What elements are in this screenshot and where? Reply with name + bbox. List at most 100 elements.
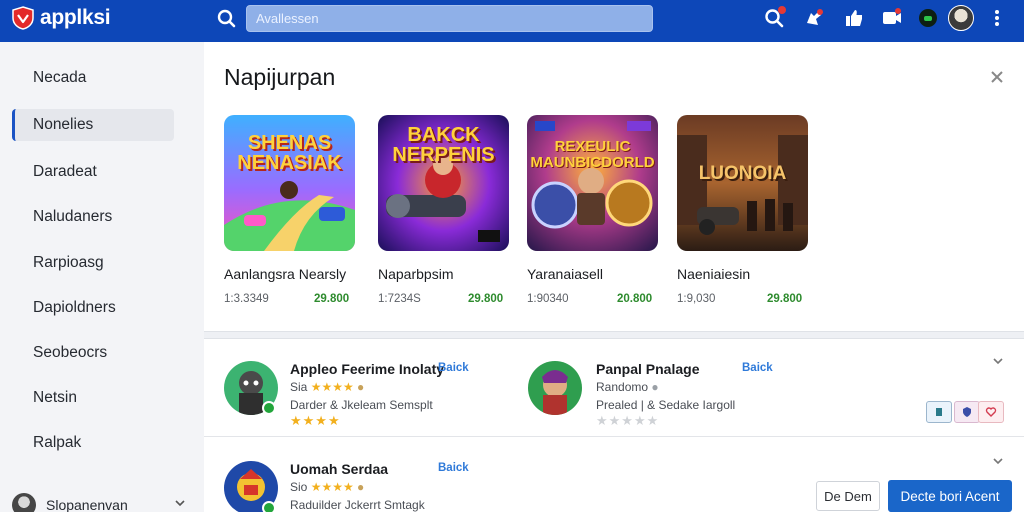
top-bar: applksi — [0, 0, 1024, 42]
thumbs-up-icon — [846, 10, 862, 26]
star-icon: ★★★★ — [310, 380, 354, 394]
divider — [204, 436, 1024, 437]
avatar — [12, 493, 36, 512]
sidebar-item-2[interactable]: Daradeat — [12, 156, 174, 188]
sidebar-account-label: Slopanenvan — [46, 497, 128, 512]
game-price: 29.800 — [314, 293, 350, 305]
sidebar: Necada Nonelies Daradeat Naludaners Rarp… — [0, 42, 204, 512]
chevron-down-icon[interactable] — [992, 455, 1004, 467]
game-name: Aanlangsra Nearsly — [224, 266, 347, 282]
game-art-title: SHENAS NENASIAK — [237, 132, 342, 174]
game-name: Yaranaiasell — [527, 266, 604, 282]
shield-icon — [963, 407, 971, 417]
app-subtitle-text: Randomo — [596, 380, 649, 394]
game-card[interactable]: LUONOIA Naeniaiesin 1:9,030 29.800 — [677, 115, 812, 305]
app-tag[interactable]: Baick — [438, 462, 469, 474]
game-art-title: LUONOIA — [698, 163, 787, 184]
game-downloads: 1:7234S — [378, 293, 421, 305]
game-price: 29.800 — [767, 293, 803, 305]
app-subtitle: Sia ★★★★ ● — [290, 380, 364, 394]
heart-icon — [985, 407, 997, 417]
game-card[interactable]: SHENAS NENASIAK Aanlangsra Nearsly 1:3.3… — [224, 115, 359, 305]
game-thumbnail[interactable]: REXEULIC MAUNBICDORLD — [527, 115, 658, 251]
notification-dot — [778, 6, 786, 14]
demo-button[interactable]: De Dem — [816, 481, 880, 511]
app-logo-text: applksi — [40, 6, 111, 29]
list-item[interactable]: Panpal Pnalage Baick Randomo ● Prealed |… — [528, 361, 788, 431]
game-thumbnail[interactable]: SHENAS NENASIAK — [224, 115, 355, 251]
game-controller-button[interactable] — [916, 6, 940, 30]
coin-icon: ● — [648, 380, 659, 394]
game-art-title: BAKCK NERPENIS — [392, 124, 495, 166]
app-list: Appleo Feerime Inolaty Baick Sia ★★★★ ● … — [204, 338, 1024, 512]
app-name: Appleo Feerime Inolaty — [290, 361, 445, 377]
search-box[interactable] — [246, 5, 653, 32]
app-description: Raduilder Jckerrt Smtagk — [290, 498, 425, 512]
thumbs-up-button[interactable] — [842, 6, 866, 30]
rating-stars: ★★★★★ — [596, 413, 660, 428]
game-art-title: REXEULIC MAUNBICDORLD — [530, 138, 655, 171]
sidebar-item-3[interactable]: Naludaners — [12, 201, 174, 233]
chevron-down-icon[interactable] — [992, 355, 1004, 367]
shield-button[interactable] — [954, 401, 980, 423]
close-icon[interactable] — [990, 70, 1004, 84]
app-icon — [528, 361, 582, 415]
verified-badge — [262, 501, 276, 512]
primary-action-button[interactable]: Decte bori Acent — [888, 480, 1012, 512]
star-icon: ★★★★ — [310, 480, 354, 494]
video-button[interactable] — [880, 6, 904, 30]
coin-icon: ● — [353, 380, 365, 394]
app-subtitle: Randomo ● — [596, 380, 659, 394]
game-downloads: 1:90340 — [527, 293, 569, 305]
game-name: Naparbpsim — [378, 266, 454, 282]
bookmark-button[interactable] — [926, 401, 952, 423]
camera-icon — [807, 9, 823, 25]
featured-panel: Napijurpan SHENAS NENASIAK Aanlangsra Ne… — [204, 42, 1024, 332]
list-item[interactable]: Uomah Serdaa Baick Sio ★★★★ ● Raduilder … — [224, 461, 484, 512]
game-price: 20.800 — [617, 293, 653, 305]
app-description: Prealed | & Sedake Iargoll — [596, 398, 736, 412]
app-tag[interactable]: Baick — [438, 362, 469, 374]
sidebar-account[interactable]: Slopanenvan — [12, 491, 192, 512]
game-thumbnail[interactable]: BAKCK NERPENIS — [378, 115, 509, 251]
app-subtitle-text: Sio — [290, 480, 308, 494]
page-title: Napijurpan — [224, 64, 336, 90]
app-tag[interactable]: Baick — [742, 362, 773, 374]
rating-stars: ★★★★ — [290, 413, 341, 428]
more-vert-icon — [995, 10, 999, 26]
chevron-down-icon — [175, 500, 185, 507]
heart-button[interactable] — [978, 401, 1004, 423]
search-icon[interactable] — [216, 8, 236, 28]
app-subtitle: Sio ★★★★ ● — [290, 480, 364, 494]
sidebar-item-0[interactable]: Necada — [12, 62, 174, 94]
coin-icon: ● — [353, 480, 365, 494]
game-downloads: 1:9,030 — [677, 293, 716, 305]
camera-button[interactable] — [802, 6, 826, 30]
search-input[interactable] — [247, 6, 652, 31]
game-controller-icon — [919, 9, 937, 27]
list-item[interactable]: Appleo Feerime Inolaty Baick Sia ★★★★ ● … — [224, 361, 484, 431]
avatar[interactable] — [948, 5, 974, 31]
verified-badge — [262, 401, 276, 415]
app-logo[interactable]: applksi — [12, 6, 111, 30]
sidebar-item-5[interactable]: Dapioldners — [12, 292, 174, 324]
sidebar-item-6[interactable]: Seobeocrs — [12, 337, 174, 369]
more-menu-button[interactable] — [985, 6, 1009, 30]
game-price: 29.800 — [468, 293, 504, 305]
shield-logo-icon — [12, 6, 34, 30]
sidebar-item-1[interactable]: Nonelies — [12, 109, 174, 141]
app-name: Panpal Pnalage — [596, 361, 700, 377]
sidebar-item-7[interactable]: Netsin — [12, 382, 174, 414]
app-description: Darder & Jkeleam Semsplt — [290, 398, 433, 412]
search-button[interactable] — [762, 6, 786, 30]
sidebar-item-8[interactable]: Ralpak — [12, 427, 174, 459]
game-downloads: 1:3.3349 — [224, 293, 269, 305]
bookmark-icon — [936, 408, 942, 416]
game-thumbnail[interactable]: LUONOIA — [677, 115, 808, 251]
sidebar-item-4[interactable]: Rarpioasg — [12, 247, 174, 279]
video-icon — [883, 8, 901, 24]
game-card[interactable]: REXEULIC MAUNBICDORLD Yaranaiasell 1:903… — [527, 115, 662, 305]
app-name: Uomah Serdaa — [290, 461, 389, 477]
app-subtitle-text: Sia — [290, 380, 308, 394]
game-card[interactable]: BAKCK NERPENIS Naparbpsim 1:7234S 29.800 — [378, 115, 513, 305]
